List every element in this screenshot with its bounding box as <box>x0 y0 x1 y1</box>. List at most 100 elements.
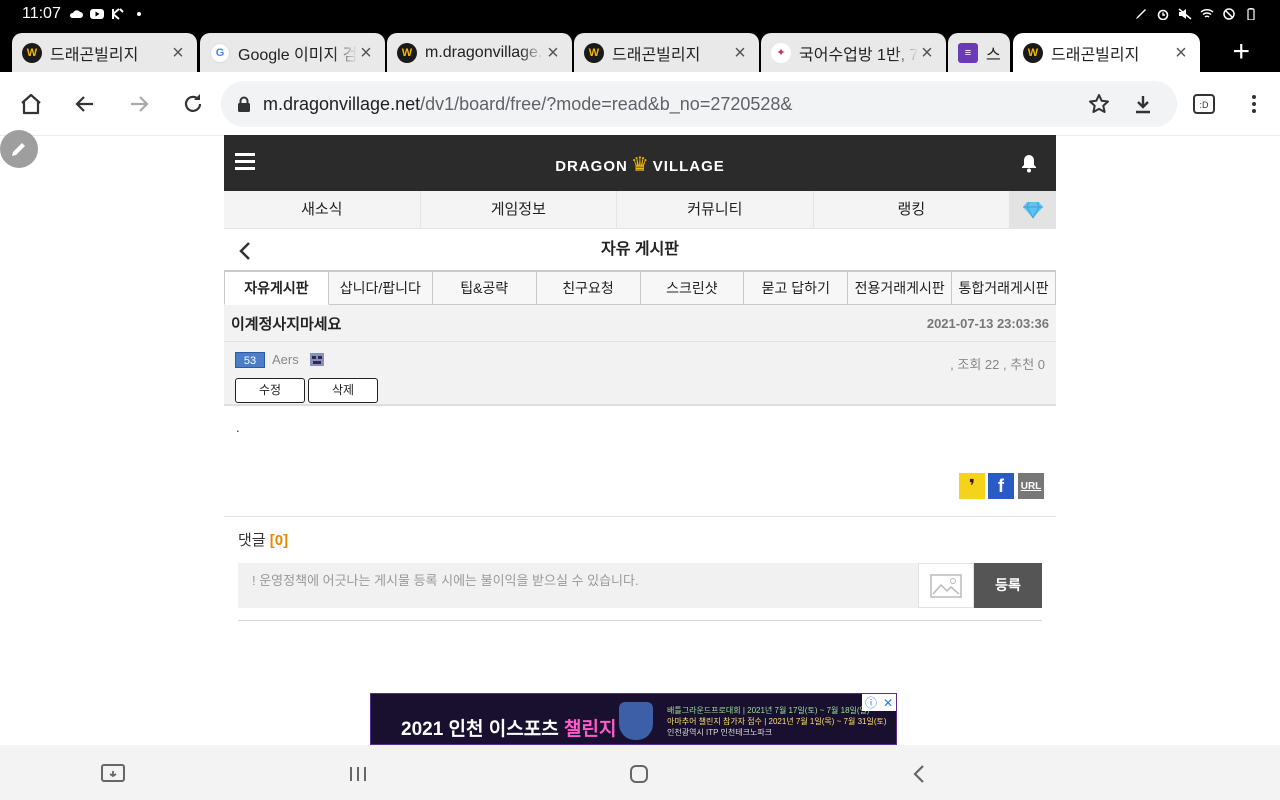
close-icon[interactable]: × <box>357 43 375 63</box>
ad-headline: 2021 인천 이스포츠 챌린지 <box>401 714 616 741</box>
nav-item-news[interactable]: 새소식 <box>224 191 421 228</box>
tab-friend-request[interactable]: 친구요청 <box>536 272 641 305</box>
esports-trophy-icon <box>619 702 653 740</box>
browser-tab[interactable]: ≡ 스 <box>948 33 1010 72</box>
post-date: 2021-07-13 23:03:36 <box>926 315 1049 331</box>
tab-free-board[interactable]: 자유게시판 <box>224 272 329 305</box>
ad-details: 배틀그라운드프로대회 | 2021년 7월 17일(토) ~ 7월 18일(일)… <box>667 705 887 738</box>
facebook-share-icon[interactable]: f <box>988 473 1014 499</box>
dragonvillage-favicon: W <box>1023 42 1043 63</box>
home-nav-icon[interactable] <box>628 763 650 790</box>
tab-buy-sell[interactable]: 삽니다/팝니다 <box>328 272 433 305</box>
comment-submit-button[interactable]: 등록 <box>974 563 1042 608</box>
site-logo[interactable]: DRAGON ♛ VILLAGE <box>224 152 1056 177</box>
delete-button[interactable]: 삭제 <box>308 378 378 403</box>
close-icon[interactable]: ✕ <box>883 696 893 710</box>
bird-favicon: ✦ <box>771 42 791 63</box>
close-icon[interactable]: × <box>918 43 936 63</box>
menu-icon[interactable] <box>1240 90 1268 118</box>
pen-icon <box>1136 9 1146 19</box>
image-upload-icon[interactable] <box>918 563 974 608</box>
comments-section: 댓글 [0] ! 운영정책에 어긋나는 게시물 등록 시에는 불이익을 받으실 … <box>224 516 1056 621</box>
tab-integrated-trade[interactable]: 통합거래게시판 <box>952 272 1056 305</box>
new-tab-icon[interactable]: + <box>1232 37 1250 67</box>
tab-title: 스 <box>986 46 1000 64</box>
diamond-icon[interactable] <box>1010 191 1057 228</box>
tab-qna[interactable]: 묻고 답하기 <box>744 272 849 305</box>
download-icon[interactable] <box>1129 90 1157 118</box>
tab-title: 드래곤빌리지 <box>612 46 701 64</box>
address-bar[interactable]: m.dragonvillage.net/dv1/board/free/?mode… <box>221 81 1177 127</box>
nav-item-community[interactable]: 커뮤니티 <box>617 191 814 228</box>
floating-edit-button[interactable] <box>0 130 38 168</box>
tab-switcher-icon[interactable]: :D <box>1190 90 1218 118</box>
close-icon[interactable]: × <box>1172 43 1190 63</box>
browser-tab[interactable]: W 드래곤빌리지 × <box>574 33 759 72</box>
url-path: /dv1/board/free/?mode=read&b_no=2720528& <box>420 93 793 114</box>
site-header: DRAGON ♛ VILLAGE <box>224 135 1056 191</box>
post-author[interactable]: Aers <box>272 352 299 367</box>
browser-tab[interactable]: W 드래곤빌리지 × <box>12 33 197 72</box>
kakao-share-icon[interactable]: ❜ <box>959 473 985 499</box>
dnd-icon <box>1223 8 1235 20</box>
screen-icon[interactable] <box>100 763 126 790</box>
dot-icon <box>136 12 141 16</box>
post-title: 이계정사지마세요 <box>231 315 342 333</box>
status-bar: 11:07 <box>0 0 1280 28</box>
edit-button[interactable]: 수정 <box>235 378 305 403</box>
alarm-icon <box>1157 9 1169 20</box>
post-likes: 추천 0 <box>1010 357 1045 372</box>
recent-apps-icon[interactable] <box>347 763 369 790</box>
reload-icon[interactable] <box>179 90 207 118</box>
comments-title: 댓글 [0] <box>238 529 1042 550</box>
ad-headline-prefix: 2021 인천 이스포츠 <box>401 719 564 740</box>
back-nav-icon[interactable] <box>909 763 931 790</box>
url-text: m.dragonvillage.net/dv1/board/free/?mode… <box>263 94 792 115</box>
post-header: 이계정사지마세요 2021-07-13 23:03:36 <box>224 305 1056 342</box>
dragonvillage-favicon: W <box>22 42 42 63</box>
ad-line: 인천광역시 ITP 인천테크노파크 <box>667 728 773 737</box>
nav-item-game-info[interactable]: 게임정보 <box>421 191 618 228</box>
tab-tips[interactable]: 팁&공략 <box>432 272 537 305</box>
browser-tab[interactable]: ✦ 국어수업방 1반, 7 × <box>761 33 946 72</box>
comment-input[interactable]: ! 운영정책에 어긋나는 게시물 등록 시에는 불이익을 받으실 수 있습니다. <box>238 563 918 608</box>
dragonvillage-favicon: W <box>397 42 417 63</box>
ad-banner[interactable]: 2021 인천 이스포츠 챌린지 배틀그라운드프로대회 | 2021년 7월 1… <box>370 693 897 745</box>
star-icon[interactable] <box>1085 90 1113 118</box>
browser-tab[interactable]: G Google 이미지 검 × <box>200 33 385 72</box>
dragon-avatar-icon <box>310 353 324 366</box>
post-stats: , 조회 22 , 추천 0 <box>950 354 1045 373</box>
url-domain: m.dragonvillage.net <box>263 93 421 114</box>
bell-icon[interactable] <box>1019 153 1039 178</box>
lock-icon <box>238 96 250 112</box>
ad-choices[interactable]: ⓘ ✕ <box>862 694 896 711</box>
ad-headline-highlight: 챌린지 <box>563 719 617 740</box>
ad-line: 아마추어 챌린지 참가자 접수 | 2021년 7월 1일(목) ~ 7월 31… <box>667 717 887 726</box>
back-arrow-icon[interactable] <box>238 241 252 266</box>
status-time: 11:07 <box>22 5 61 22</box>
url-share-button[interactable]: URL <box>1018 473 1044 499</box>
forms-favicon: ≡ <box>958 42 978 63</box>
info-icon[interactable]: ⓘ <box>865 694 877 711</box>
battery-icon <box>1247 8 1255 20</box>
forward-icon[interactable] <box>125 90 153 118</box>
browser-tab[interactable]: W m.dragonvillage. × <box>387 33 572 72</box>
dragonvillage-favicon: W <box>584 42 604 63</box>
board-sub-tabs: 자유게시판 삽니다/팝니다 팁&공략 친구요청 스크린샷 묻고 답하기 전용거래… <box>224 270 1056 305</box>
home-icon[interactable] <box>17 90 45 118</box>
post-meta: 53 Aers , 조회 22 , 추천 0 수정 삭제 <box>224 342 1056 406</box>
pencil-icon <box>12 143 25 156</box>
tab-title: Google 이미지 검 <box>238 46 357 64</box>
tab-exclusive-trade[interactable]: 전용거래게시판 <box>848 272 953 305</box>
post-body: . ❜ f URL <box>224 406 1056 516</box>
back-icon[interactable] <box>71 90 99 118</box>
comments-label: 댓글 <box>238 532 266 549</box>
close-icon[interactable]: × <box>169 43 187 63</box>
close-icon[interactable]: × <box>544 43 562 63</box>
close-icon[interactable]: × <box>731 43 749 63</box>
nav-item-ranking[interactable]: 랭킹 <box>814 191 1011 228</box>
ad-line: 배틀그라운드프로대회 | 2021년 7월 17일(토) ~ 7월 18일(일) <box>667 706 870 715</box>
tab-screenshot[interactable]: 스크린샷 <box>640 272 745 305</box>
logo-text-left: DRAGON <box>555 158 628 175</box>
browser-tab-active[interactable]: W 드래곤빌리지 × <box>1013 33 1200 72</box>
